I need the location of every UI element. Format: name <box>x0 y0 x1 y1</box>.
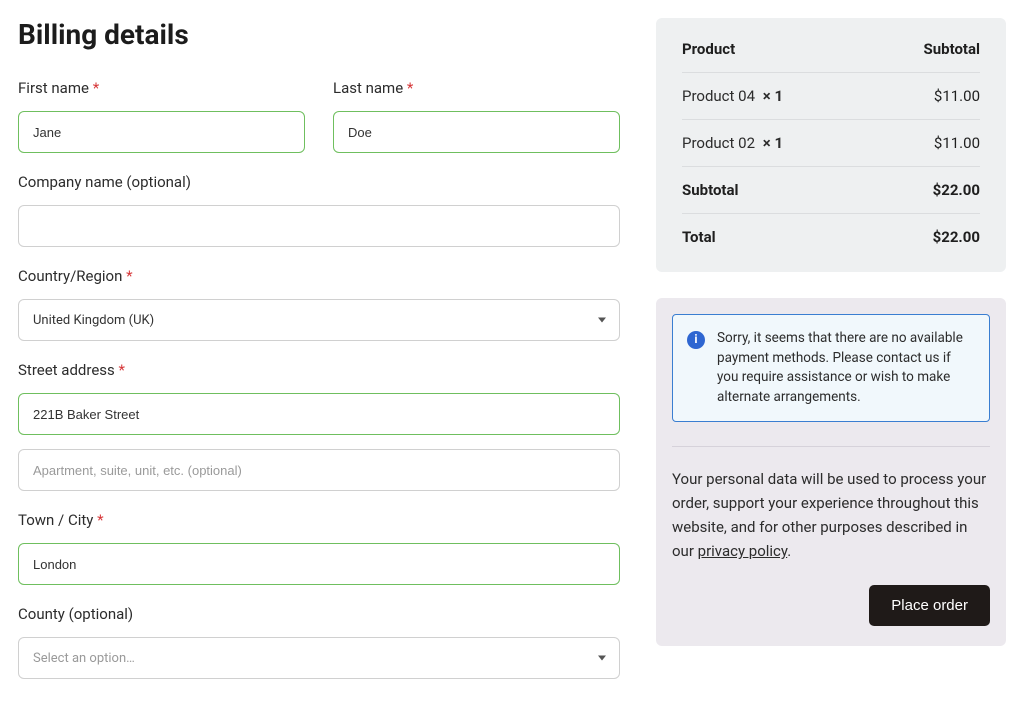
summary-item-name: Product 02 × 1 <box>682 134 783 152</box>
last-name-label: Last name * <box>333 79 620 97</box>
summary-total-value: $22.00 <box>933 228 980 246</box>
divider <box>672 446 990 447</box>
street-label: Street address * <box>18 361 620 379</box>
required-marker: * <box>93 79 99 97</box>
required-marker: * <box>97 511 103 529</box>
chevron-down-icon <box>598 318 606 323</box>
country-label: Country/Region * <box>18 267 620 285</box>
info-icon: i <box>687 331 705 349</box>
street1-input[interactable] <box>18 393 620 435</box>
summary-item-price: $11.00 <box>934 134 980 152</box>
summary-subtotal-label: Subtotal <box>682 181 739 199</box>
summary-header-row: Product Subtotal <box>682 40 980 73</box>
summary-item-row: Product 02 × 1 $11.00 <box>682 120 980 167</box>
order-summary: Product Subtotal Product 04 × 1 $11.00 P… <box>656 18 1006 272</box>
county-field: County (optional) Select an option… <box>18 605 620 679</box>
payment-box: i Sorry, it seems that there are no avai… <box>656 298 1006 646</box>
billing-form: Billing details First name * Last name *… <box>18 18 620 703</box>
street2-input[interactable] <box>18 449 620 491</box>
company-label: Company name (optional) <box>18 173 620 191</box>
first-name-field: First name * <box>18 79 305 153</box>
no-payment-notice: i Sorry, it seems that there are no avai… <box>672 314 990 422</box>
summary-item-qty: × 1 <box>763 87 783 105</box>
city-field: Town / City * <box>18 511 620 585</box>
order-sidebar: Product Subtotal Product 04 × 1 $11.00 P… <box>656 18 1006 703</box>
summary-item-qty: × 1 <box>763 134 783 152</box>
county-select-placeholder: Select an option… <box>33 651 135 666</box>
city-input[interactable] <box>18 543 620 585</box>
street2-field <box>18 449 620 491</box>
company-field: Company name (optional) <box>18 173 620 247</box>
chevron-down-icon <box>598 656 606 661</box>
required-marker: * <box>126 267 132 285</box>
first-name-label: First name * <box>18 79 305 97</box>
county-label: County (optional) <box>18 605 620 623</box>
summary-total-row: Total $22.00 <box>682 214 980 246</box>
company-input[interactable] <box>18 205 620 247</box>
country-field: Country/Region * United Kingdom (UK) <box>18 267 620 341</box>
summary-total-label: Total <box>682 228 716 246</box>
city-label: Town / City * <box>18 511 620 529</box>
notice-text: Sorry, it seems that there are no availa… <box>717 329 975 407</box>
privacy-policy-link[interactable]: privacy policy <box>698 542 788 560</box>
privacy-text: Your personal data will be used to proce… <box>672 467 990 563</box>
first-name-input[interactable] <box>18 111 305 153</box>
summary-subtotal-value: $22.00 <box>933 181 980 199</box>
country-select[interactable]: United Kingdom (UK) <box>18 299 620 341</box>
required-marker: * <box>407 79 413 97</box>
last-name-field: Last name * <box>333 79 620 153</box>
summary-subtotal-row: Subtotal $22.00 <box>682 167 980 214</box>
county-select[interactable]: Select an option… <box>18 637 620 679</box>
summary-header-product: Product <box>682 40 735 58</box>
page-title: Billing details <box>18 18 620 51</box>
last-name-input[interactable] <box>333 111 620 153</box>
summary-item-price: $11.00 <box>934 87 980 105</box>
required-marker: * <box>119 361 125 379</box>
summary-header-subtotal: Subtotal <box>924 40 981 58</box>
summary-item-name: Product 04 × 1 <box>682 87 783 105</box>
street-field: Street address * <box>18 361 620 435</box>
country-select-value: United Kingdom (UK) <box>33 313 154 328</box>
summary-item-row: Product 04 × 1 $11.00 <box>682 73 980 120</box>
place-order-button[interactable]: Place order <box>869 585 990 626</box>
